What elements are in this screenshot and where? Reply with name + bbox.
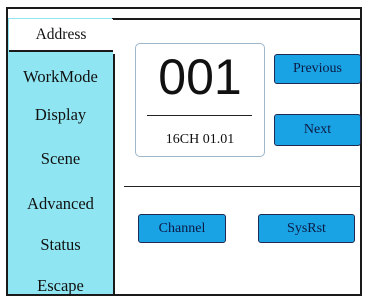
channel-info: 16CH 01.01 xyxy=(165,132,235,147)
sidebar-item-address[interactable]: Address xyxy=(9,19,113,52)
sysrst-button[interactable]: SysRst xyxy=(258,214,355,243)
top-divider xyxy=(112,18,360,20)
sidebar-item-display[interactable]: Display xyxy=(8,105,113,124)
sidebar-item-status[interactable]: Status xyxy=(8,235,113,254)
section-divider xyxy=(124,186,360,187)
address-value: 001 xyxy=(158,49,242,105)
sidebar-item-advanced[interactable]: Advanced xyxy=(8,194,113,213)
channel-button-label: Channel xyxy=(158,220,206,236)
sidebar-item-escape[interactable]: Escape xyxy=(8,276,113,295)
channel-button[interactable]: Channel xyxy=(138,214,226,243)
sidebar-divider xyxy=(113,54,115,294)
display-separator xyxy=(147,115,252,116)
sidebar-item-workmode[interactable]: WorkMode xyxy=(8,67,113,86)
sidebar-item-label: Escape xyxy=(37,276,84,295)
sidebar-item-label: Address xyxy=(35,25,87,43)
sidebar-item-scene[interactable]: Scene xyxy=(8,149,113,168)
sidebar-item-label: Advanced xyxy=(27,194,94,213)
sidebar-item-label: WorkMode xyxy=(23,67,98,86)
next-button-label: Next xyxy=(303,122,332,137)
previous-button-label: Previous xyxy=(293,61,342,76)
sidebar-item-label: Display xyxy=(34,105,87,124)
next-button[interactable]: Next xyxy=(274,114,361,146)
sidebar-item-label: Scene xyxy=(40,149,81,168)
previous-button[interactable]: Previous xyxy=(274,54,361,84)
sidebar-item-label: Status xyxy=(40,235,81,254)
sysrst-button-label: SysRst xyxy=(287,220,326,236)
